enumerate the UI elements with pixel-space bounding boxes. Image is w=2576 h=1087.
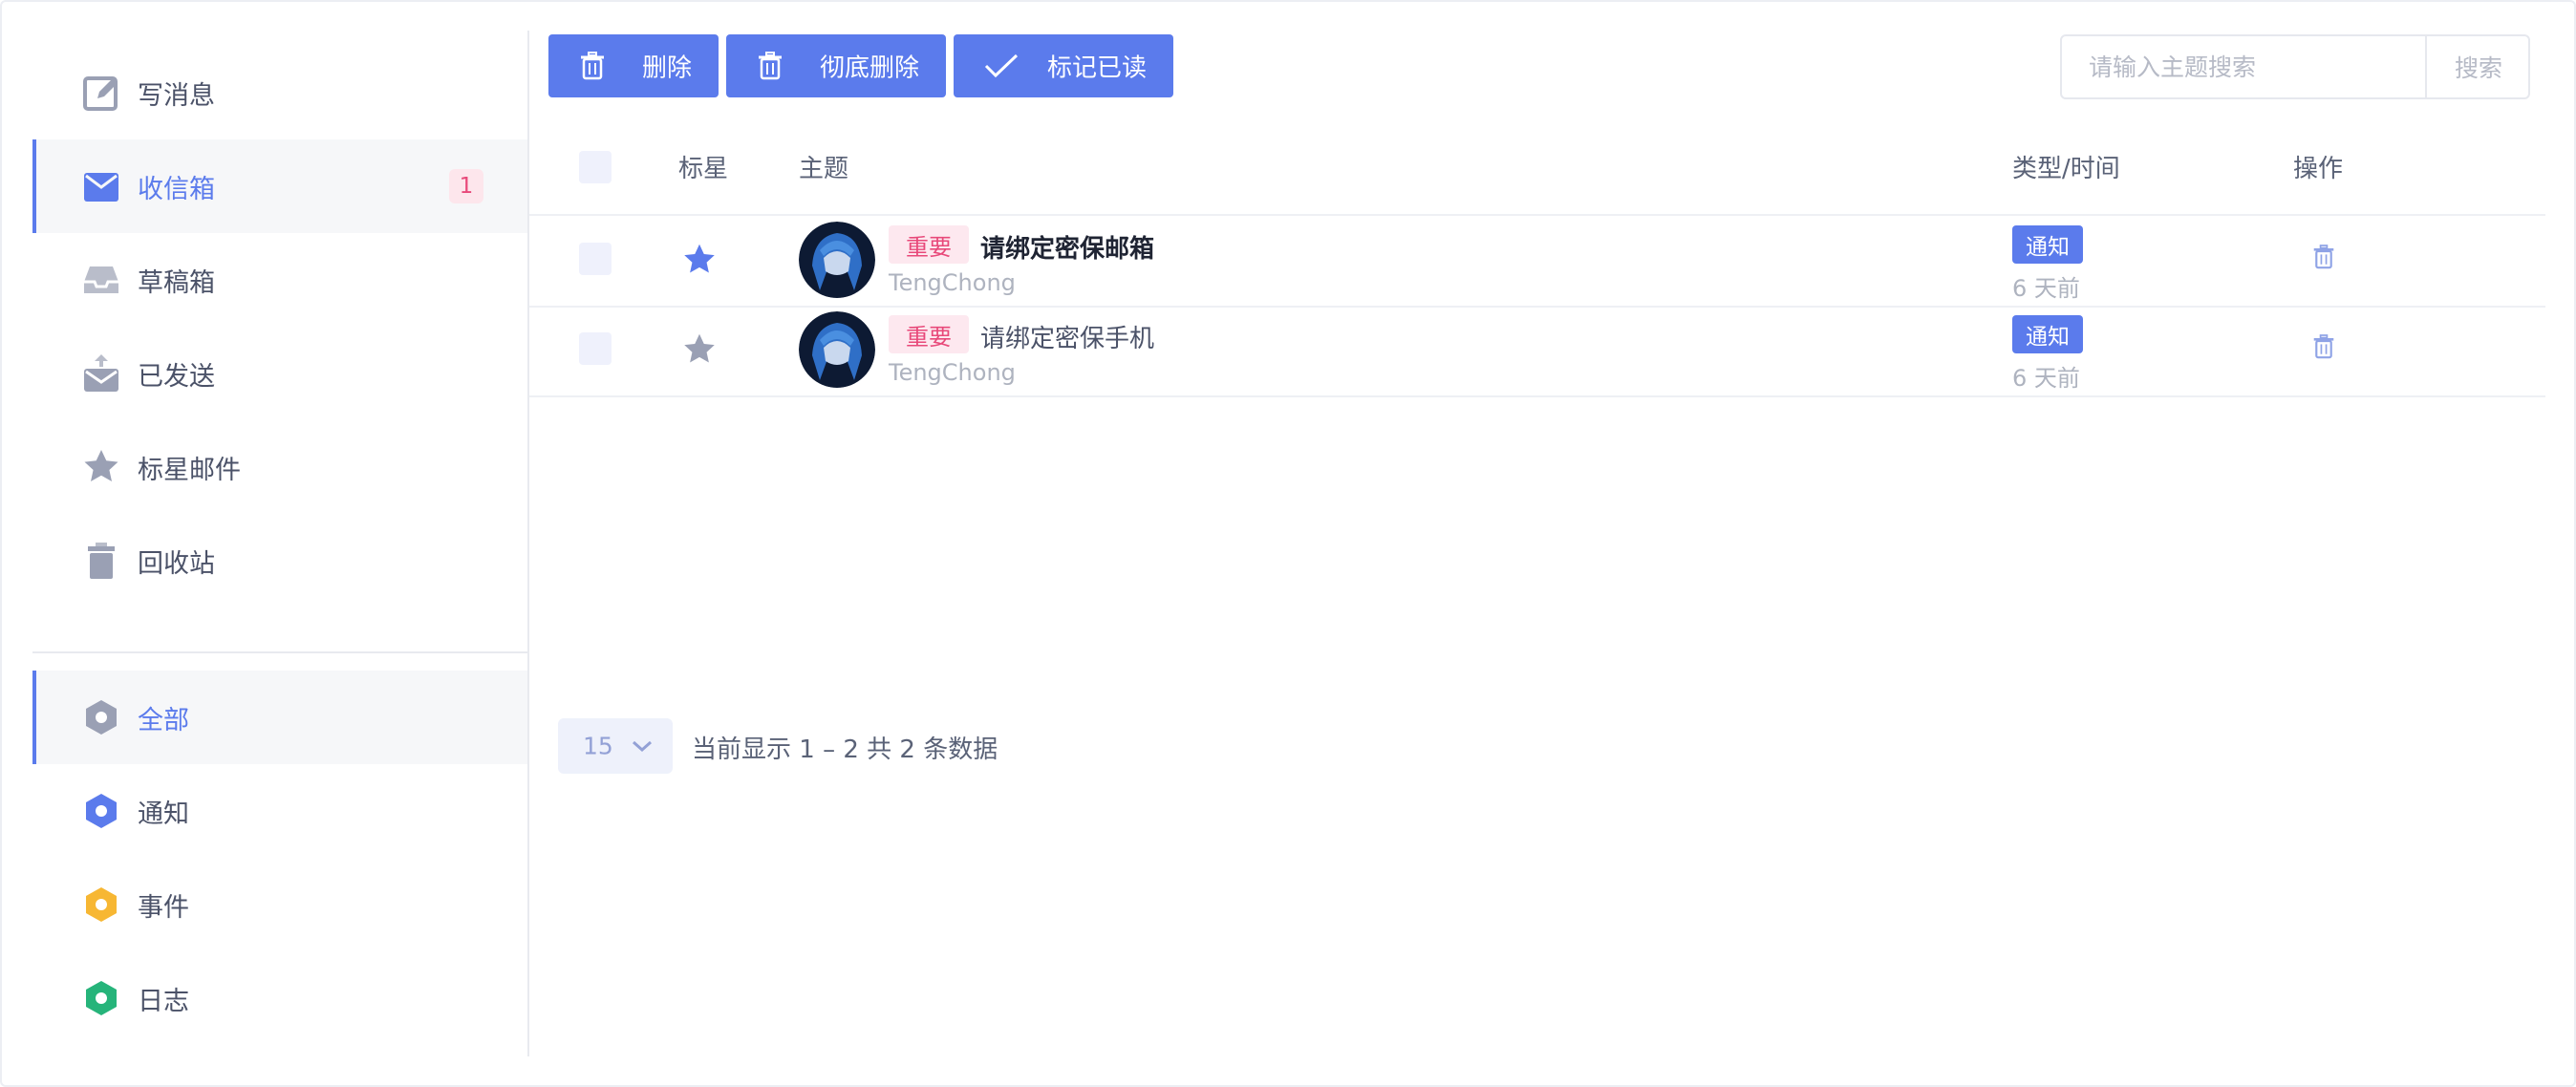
important-tag: 重要 (889, 315, 969, 353)
type-badge: 通知 (2012, 225, 2083, 264)
column-header-star: 标星 (678, 155, 729, 183)
unread-count-badge: 1 (449, 169, 483, 203)
sidebar-item-label: 标星邮件 (138, 455, 241, 485)
row-checkbox[interactable] (579, 332, 612, 365)
hexagon-icon (86, 887, 117, 922)
search-box: 搜索 (2060, 34, 2530, 99)
delete-row-icon[interactable] (2312, 333, 2335, 360)
checkmark-icon (984, 53, 1019, 78)
sidebar-item-starred[interactable]: 标星邮件 (32, 420, 527, 514)
page-size-value: 15 (583, 732, 613, 760)
hexagon-icon (86, 981, 117, 1015)
search-input[interactable] (2062, 36, 2423, 97)
filter-item-event[interactable]: 事件 (32, 858, 527, 951)
column-header-subject: 主题 (799, 155, 849, 183)
sidebar-item-label: 回收站 (138, 548, 215, 579)
sidebar-item-label: 草稿箱 (138, 267, 215, 298)
message-sender: TengChong (889, 359, 1016, 386)
sidebar-item-drafts[interactable]: 草稿箱 (32, 233, 527, 327)
message-sender: TengChong (889, 269, 1016, 296)
trash-icon (759, 52, 782, 80)
trash-icon (581, 52, 604, 80)
filter-item-label: 事件 (138, 892, 189, 923)
trash-icon (88, 543, 115, 579)
column-header-type-time: 类型/时间 (2012, 155, 2120, 183)
message-time: 6 天前 (2012, 275, 2080, 302)
filter-item-label: 日志 (138, 986, 189, 1016)
filter-item-label: 通知 (138, 799, 189, 829)
pagination-info: 当前显示 1 – 2 共 2 条数据 (692, 735, 998, 764)
permanent-delete-button[interactable]: 彻底删除 (726, 34, 946, 97)
hexagon-icon (86, 700, 117, 735)
mail-icon (84, 173, 118, 202)
mark-read-button-label: 标记已读 (1046, 53, 1147, 83)
sidebar-item-compose[interactable]: 写消息 (32, 46, 527, 139)
permanent-delete-button-label: 彻底删除 (819, 53, 919, 83)
message-subject[interactable]: 请绑定密保邮箱 (980, 229, 1154, 265)
hexagon-icon (86, 794, 117, 828)
row-checkbox[interactable] (579, 243, 612, 275)
page-size-select[interactable]: 15 (558, 718, 673, 774)
filter-item-log[interactable]: 日志 (32, 951, 527, 1045)
sidebar-item-label: 写消息 (138, 80, 215, 111)
filter-item-label: 全部 (138, 705, 189, 735)
star-icon[interactable] (682, 332, 717, 367)
sidebar: 写消息 收信箱 1 草稿箱 已发送 标星邮件 回收站 全部 通知 事件 日志 (2, 31, 529, 1056)
app-frame: 写消息 收信箱 1 草稿箱 已发送 标星邮件 回收站 全部 通知 事件 日志 删… (0, 0, 2576, 1087)
inbox-tray-icon (84, 266, 118, 293)
sent-icon (84, 354, 118, 392)
sidebar-item-inbox[interactable]: 收信箱 1 (32, 139, 527, 233)
sidebar-item-label: 收信箱 (138, 174, 215, 204)
delete-button-label: 删除 (641, 53, 692, 83)
delete-button[interactable]: 删除 (548, 34, 719, 97)
filter-item-notice[interactable]: 通知 (32, 764, 527, 858)
important-tag: 重要 (889, 225, 969, 264)
type-badge: 通知 (2012, 315, 2083, 353)
select-all-checkbox[interactable] (579, 151, 612, 183)
star-icon[interactable] (682, 243, 717, 277)
sidebar-item-trash[interactable]: 回收站 (32, 514, 527, 607)
sidebar-item-sent[interactable]: 已发送 (32, 327, 527, 420)
chevron-down-icon (633, 740, 652, 753)
sidebar-item-label: 已发送 (138, 361, 215, 392)
filter-item-all[interactable]: 全部 (32, 671, 527, 764)
message-subject[interactable]: 请绑定密保手机 (980, 319, 1154, 354)
star-icon (84, 450, 118, 481)
message-time: 6 天前 (2012, 365, 2080, 392)
sidebar-divider (32, 651, 527, 653)
delete-row-icon[interactable] (2312, 244, 2335, 270)
avatar (799, 222, 875, 298)
avatar (799, 311, 875, 388)
column-header-actions: 操作 (2293, 155, 2344, 183)
search-button[interactable]: 搜索 (2425, 36, 2530, 97)
edit-icon (83, 76, 118, 111)
mark-read-button[interactable]: 标记已读 (954, 34, 1173, 97)
